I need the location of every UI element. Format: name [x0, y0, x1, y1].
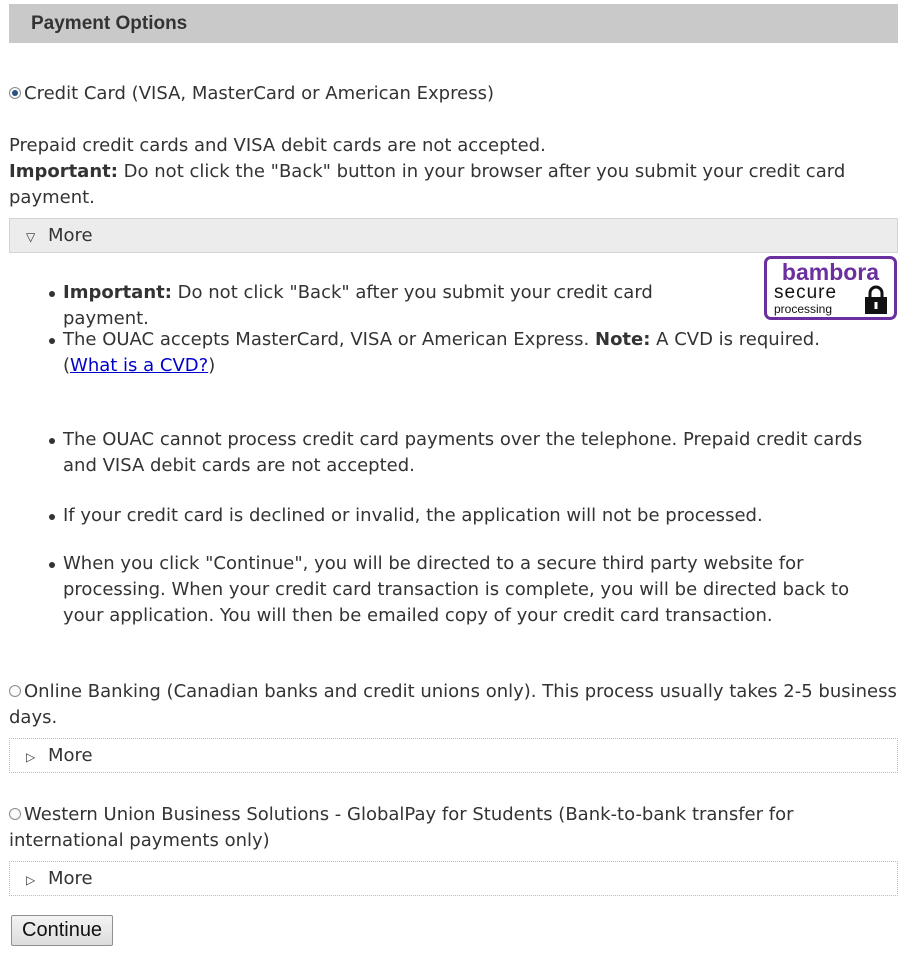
credit-card-note: Prepaid credit cards and VISA debit card… — [9, 133, 899, 211]
bullet-icon — [49, 562, 55, 568]
online-banking-more-toggle[interactable]: ▷ More — [9, 738, 898, 773]
online-banking-option[interactable]: Online Banking (Canadian banks and credi… — [9, 679, 899, 731]
list-item: When you click "Continue", you will be d… — [9, 551, 889, 629]
triangle-down-icon: ▽ — [26, 230, 36, 244]
paren-close: ) — [208, 355, 216, 376]
more-label: More — [48, 225, 93, 246]
western-union-option[interactable]: Western Union Business Solutions - Globa… — [9, 802, 899, 854]
badge-secure-text: secure — [774, 282, 838, 303]
bambora-secure-badge: bambora secure processing — [764, 256, 897, 320]
continue-button[interactable]: Continue — [11, 915, 114, 946]
important-label: Important: — [9, 161, 118, 182]
section-header-payment-options: Payment Options — [9, 4, 898, 43]
item-continue-text: When you click "Continue", you will be d… — [63, 553, 850, 626]
what-is-cvd-link[interactable]: What is a CVD? — [70, 355, 208, 376]
bullet-icon — [49, 291, 55, 297]
more-label: More — [48, 745, 93, 766]
bullet-icon — [49, 338, 55, 344]
credit-card-label: Credit Card (VISA, MasterCard or America… — [24, 83, 494, 104]
item-telephone-text: The OUAC cannot process credit card paym… — [63, 429, 863, 476]
credit-card-more-toggle[interactable]: ▽ More — [9, 218, 898, 253]
badge-processing-text: processing — [774, 302, 833, 316]
bambora-logo-text: bambora — [781, 259, 880, 285]
item-note-label: Note: — [595, 329, 651, 350]
list-item: The OUAC accepts MasterCard, VISA or Ame… — [9, 327, 889, 379]
western-union-more-toggle[interactable]: ▷ More — [9, 861, 898, 896]
lock-icon — [865, 285, 887, 314]
item-important-label: Important: — [63, 282, 172, 303]
western-union-label: Western Union Business Solutions - Globa… — [9, 804, 794, 851]
item-cvd-text: A CVD is required. — [650, 329, 820, 350]
credit-card-note-line: Prepaid credit cards and VISA debit card… — [9, 135, 546, 156]
list-item: If your credit card is declined or inval… — [9, 503, 889, 529]
credit-card-option[interactable]: Credit Card (VISA, MasterCard or America… — [9, 81, 494, 106]
paren-open: ( — [63, 355, 71, 376]
item-declined-text: If your credit card is declined or inval… — [63, 505, 763, 526]
credit-card-radio[interactable] — [9, 87, 21, 99]
important-text: Do not click the "Back" button in your b… — [9, 161, 846, 208]
list-item: The OUAC cannot process credit card paym… — [9, 427, 889, 479]
more-label: More — [48, 868, 93, 889]
western-union-radio[interactable] — [9, 808, 21, 820]
bullet-icon — [49, 438, 55, 444]
item-cards-text: The OUAC accepts MasterCard, VISA or Ame… — [63, 329, 595, 350]
triangle-right-icon: ▷ — [26, 873, 36, 887]
list-item: Important: Do not click "Back" after you… — [9, 280, 709, 332]
online-banking-label: Online Banking (Canadian banks and credi… — [9, 681, 897, 728]
triangle-right-icon: ▷ — [26, 750, 36, 764]
bullet-icon — [49, 514, 55, 520]
online-banking-radio[interactable] — [9, 685, 21, 697]
